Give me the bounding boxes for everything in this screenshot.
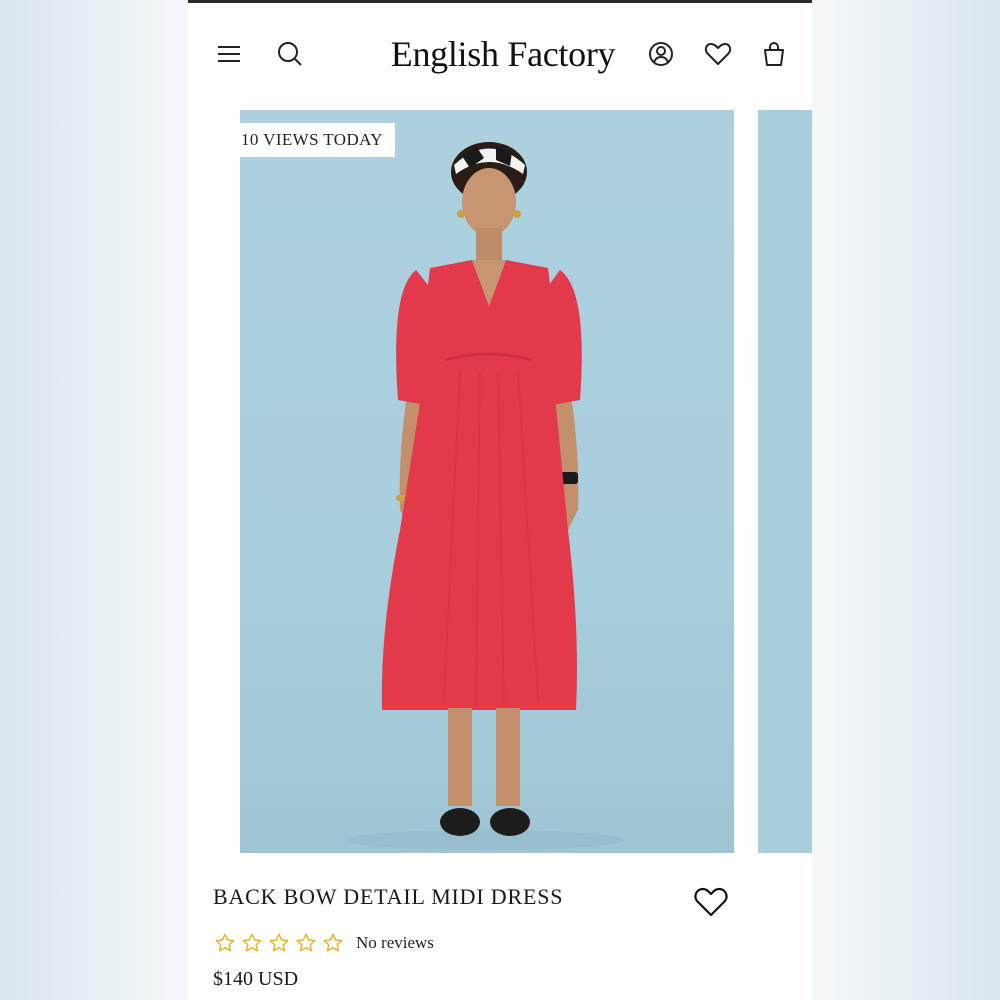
account-icon[interactable] [646, 39, 676, 69]
brand-logo[interactable]: English Factory [368, 32, 638, 76]
site-header: English Factory [188, 22, 812, 90]
menu-icon[interactable] [214, 39, 244, 69]
star-icon [268, 932, 290, 954]
product-price: $140 USD [213, 968, 299, 990]
next-image-peek[interactable] [758, 110, 812, 853]
star-icon [241, 932, 263, 954]
heart-icon[interactable] [703, 39, 733, 69]
rating-stars[interactable] [214, 932, 344, 954]
views-today-label: 10 VIEWS TODAY [241, 130, 383, 149]
reviews-link[interactable]: No reviews [356, 932, 434, 954]
search-icon[interactable] [275, 39, 305, 69]
wishlist-heart-icon[interactable] [693, 884, 729, 920]
model-in-red-dress-illustration [345, 142, 625, 850]
views-today-badge: 10 VIEWS TODAY [240, 123, 395, 157]
star-icon [322, 932, 344, 954]
product-title[interactable]: BACK BOW DETAIL MIDI DRESS [213, 884, 563, 910]
mobile-viewport: English Factory 10 VIEWS TODAY BACK BOW … [188, 0, 812, 1000]
star-icon [214, 932, 236, 954]
bag-icon[interactable] [759, 39, 789, 69]
top-border [188, 0, 812, 3]
star-icon [295, 932, 317, 954]
product-image[interactable] [240, 110, 734, 853]
